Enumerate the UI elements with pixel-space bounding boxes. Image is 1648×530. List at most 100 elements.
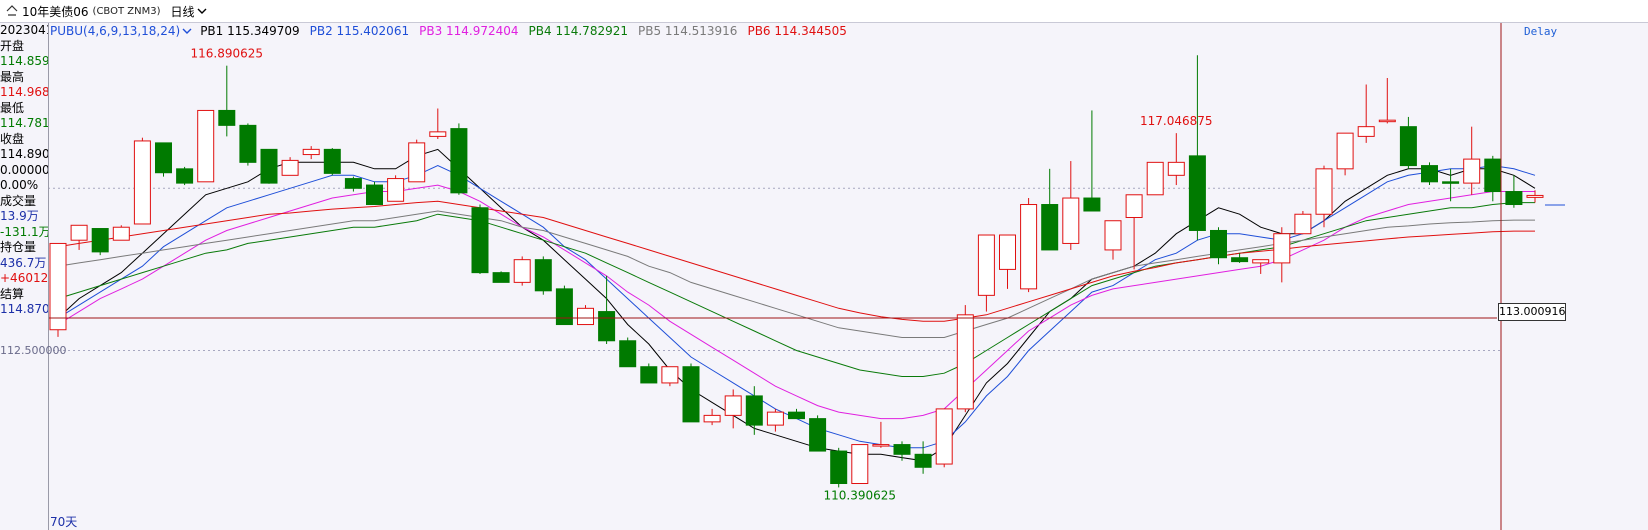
candle-body — [788, 411, 805, 420]
candle-body — [91, 228, 109, 253]
legend-pb3: PB3 114.972404 — [419, 24, 519, 38]
indicator-name[interactable]: PUBU(4,6,9,13,18,24) — [50, 24, 180, 38]
quote-side-panel: 20230417 开盘 114.8593 最高 114.9687 最低 114.… — [0, 23, 49, 530]
price-grid-label: 112.500000 — [0, 344, 67, 357]
candlestick-chart[interactable]: 116.890625 117.046875 110.390625 — [0, 0, 1648, 530]
quote-date: 20230417 — [0, 23, 48, 37]
candle-body — [1442, 181, 1460, 184]
candle-body — [1083, 197, 1101, 212]
legend-pb6: PB6 114.344505 — [747, 24, 847, 38]
volume-value: 13.9万 — [0, 209, 39, 223]
price-annotation-0: 116.890625 — [191, 47, 264, 61]
exchange-code: (CBOT ZNM3) — [92, 5, 161, 17]
candle-body — [302, 148, 320, 156]
candle-body — [429, 131, 447, 137]
candle-body — [598, 311, 616, 342]
candle-body — [1125, 194, 1143, 218]
candle-body — [492, 272, 510, 283]
candle-body — [999, 234, 1016, 270]
low-value: 114.7812 — [0, 116, 49, 130]
candle-body — [745, 395, 763, 426]
candle-body — [260, 148, 278, 184]
draw-arrow-icon[interactable] — [6, 5, 18, 17]
candle-body — [513, 259, 531, 283]
change-value: 0.000000 — [0, 162, 49, 177]
price-annotation-1: 117.046875 — [1140, 114, 1213, 128]
candle-body — [450, 128, 468, 194]
crosshair — [48, 22, 1565, 530]
open-value: 114.8593 — [0, 54, 49, 68]
legend-pb2: PB2 115.402061 — [309, 24, 410, 38]
candle-body — [1104, 220, 1122, 251]
low-label: 最低 — [0, 100, 25, 115]
candle-body — [1188, 155, 1206, 231]
open-interest-change: +46012 — [0, 271, 49, 285]
candle-body — [872, 444, 890, 447]
settle-value: 114.8701 — [0, 302, 49, 316]
candle-body — [661, 366, 679, 384]
ma-line-pb3 — [57, 184, 1535, 420]
volume-label: 成交量 — [0, 193, 37, 208]
candle-body — [344, 178, 362, 189]
chevron-down-icon[interactable] — [197, 6, 207, 16]
candle-body — [1315, 168, 1333, 215]
candle-body — [408, 142, 426, 183]
candle-body — [197, 109, 215, 183]
candle-body — [176, 168, 194, 184]
candle-body — [112, 226, 130, 241]
candle-body — [1041, 204, 1059, 251]
legend-pb1: PB1 115.349709 — [200, 24, 300, 38]
candle-body — [977, 234, 995, 296]
legend-pb5: PB5 114.513916 — [638, 24, 738, 38]
candle-body — [1526, 194, 1544, 198]
chevron-down-icon[interactable] — [182, 26, 192, 36]
high-label: 最高 — [0, 69, 25, 84]
price-annotation-2: 110.390625 — [824, 489, 897, 503]
candle-body — [366, 184, 383, 206]
candle-body — [1421, 165, 1438, 183]
candle-body — [1357, 126, 1375, 137]
candle-body — [851, 444, 869, 485]
candle-body — [1484, 158, 1502, 193]
candle-body — [218, 109, 236, 126]
candle-body — [809, 418, 827, 452]
close-label: 收盘 — [0, 131, 25, 146]
open-interest-label: 持仓量 — [0, 240, 37, 254]
candle-body — [1062, 197, 1080, 244]
candle-body — [1336, 132, 1354, 170]
volume-change: -131.1万 — [0, 224, 49, 239]
candle-body — [766, 411, 784, 426]
ma-line-pb2 — [57, 165, 1536, 449]
candle-body — [534, 259, 552, 292]
candle-body — [682, 366, 700, 423]
indicator-legend: PUBU(4,6,9,13,18,24) PB1 115.349709 PB2 … — [50, 22, 857, 40]
period-selector[interactable]: 日线 — [171, 3, 195, 20]
candle-body — [724, 395, 742, 416]
candle-body — [1231, 257, 1249, 263]
candle-body — [1167, 161, 1185, 176]
candle-body — [281, 159, 299, 176]
candle-body — [956, 314, 974, 410]
candle-body — [577, 307, 594, 326]
candle-body — [70, 224, 88, 241]
candle-body — [155, 142, 172, 174]
chart-toolbar: 10年美债06 (CBOT ZNM3) 日线 — [0, 0, 1648, 23]
candle-body — [1505, 191, 1523, 206]
visible-days-label: 70天 — [50, 515, 78, 529]
symbol-name[interactable]: 10年美债06 — [22, 3, 89, 20]
candle-body — [830, 450, 848, 485]
candle-body — [1378, 119, 1396, 123]
candle-body — [935, 408, 953, 465]
price-annotations: 116.890625 117.046875 110.390625 — [191, 47, 1213, 503]
settle-label: 结算 — [0, 286, 25, 301]
change-percent: 0.00% — [0, 178, 39, 192]
crosshair-price-label: 113.000916 — [1498, 303, 1566, 321]
candle-body — [1210, 229, 1227, 259]
candle-body — [471, 207, 489, 274]
ma-line-pb5 — [57, 210, 1535, 338]
candle-body — [619, 340, 637, 368]
close-value: 114.8906 — [0, 147, 49, 161]
open-interest-value: 436.7万 — [0, 255, 47, 270]
candle-body — [133, 140, 151, 225]
candle-body — [323, 148, 341, 174]
